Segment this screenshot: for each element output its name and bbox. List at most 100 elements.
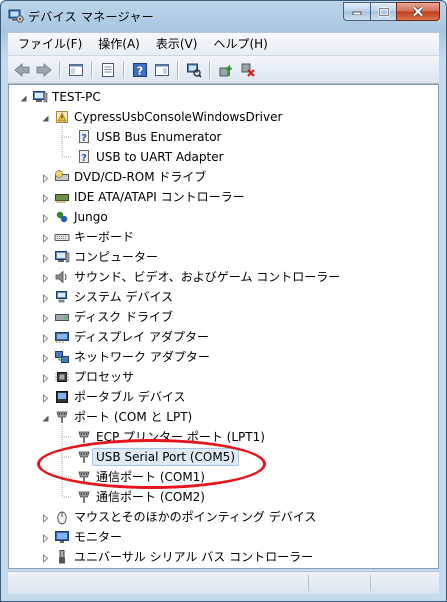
tree-node-label[interactable]: ディスク ドライブ [74,309,173,325]
expand-arrow-icon[interactable] [41,332,50,344]
scan-hardware-icon [187,63,202,78]
tree-category-node[interactable]: コンピューター [9,247,429,267]
tree-device-node[interactable]: ? USB Bus Enumerator [9,127,429,147]
tree-node-label[interactable]: ポータブル デバイス [74,389,185,405]
collapse-arrow-icon[interactable] [41,112,50,122]
action-pane-button[interactable] [151,59,173,81]
tree-device-node[interactable]: ECP プリンター ポート (LPT1) [9,427,429,447]
back-button[interactable] [11,59,33,81]
menu-bar: ファイル(F) 操作(A) 表示(V) ヘルプ(H) [8,32,439,55]
close-button[interactable] [396,2,440,21]
tree-category-node[interactable]: IDE ATA/ATAPI コントローラー [9,187,429,207]
tree-node-label[interactable]: マウスとそのほかのポインティング デバイス [74,509,316,525]
expand-arrow-icon[interactable] [41,172,50,184]
expand-arrow-icon[interactable] [41,252,50,264]
tree-node-label[interactable]: TEST-PC [52,89,101,105]
port-icon [54,409,70,425]
menu-view[interactable]: 表示(V) [148,34,206,54]
tree-device-node[interactable]: 通信ポート (COM1) [9,467,429,487]
tree-node-label[interactable]: プロセッサ [74,369,134,385]
tree-node-selected[interactable]: USB Serial Port (COM5) [9,447,429,467]
uninstall-icon [241,63,255,77]
title-bar[interactable]: デバイス マネージャー [1,1,446,31]
tree-node-label[interactable]: ユニバーサル シリアル バス コントローラー [74,549,313,565]
tree-device-node[interactable]: 通信ポート (COM2) [9,487,429,507]
tree-node-label[interactable]: ディスプレイ アダプター [74,329,209,345]
tree-node-label[interactable]: USB to UART Adapter [96,149,224,165]
update-driver-button[interactable] [215,59,237,81]
expand-arrow-icon[interactable] [41,232,50,244]
warning-device-icon [54,109,70,125]
minimize-button[interactable] [343,2,370,21]
device-manager-window: デバイス マネージャー ファイル(F) 操作(A) 表示(V) ヘルプ(H) ?… [0,0,447,602]
forward-arrow-icon [36,62,52,77]
mouse-icon [54,509,70,525]
expand-arrow-icon[interactable] [41,512,50,524]
tree-category-node[interactable]: Jungo [9,207,429,227]
menu-help[interactable]: ヘルプ(H) [205,34,275,54]
expand-arrow-icon[interactable] [41,532,50,544]
expand-arrow-icon[interactable] [41,552,50,564]
tree-category-node[interactable]: ディスプレイ アダプター [9,327,429,347]
tree-node-label[interactable]: Jungo [74,209,108,225]
tree-category-node[interactable]: マウスとそのほかのポインティング デバイス [9,507,429,527]
tree-node-label[interactable]: USB Serial Port (COM5) [92,448,239,466]
expand-arrow-icon[interactable] [41,192,50,204]
expand-arrow-icon[interactable] [41,312,50,324]
tree-node-label[interactable]: コンピューター [74,249,158,265]
tree-root-node[interactable]: TEST-PC [9,87,429,107]
tree-node-label[interactable]: CypressUsbConsoleWindowsDriver [74,109,282,125]
menu-file[interactable]: ファイル(F) [8,34,90,54]
collapse-arrow-icon[interactable] [41,412,50,422]
toolbar-separator [177,60,179,79]
tree-category-node[interactable]: CypressUsbConsoleWindowsDriver [9,107,429,127]
expand-arrow-icon[interactable] [41,292,50,304]
help-button[interactable]: ? [129,59,151,81]
tree-node-label[interactable]: 通信ポート (COM2) [96,489,205,505]
expand-arrow-icon[interactable] [41,212,50,224]
tree-category-node[interactable]: キーボード [9,227,429,247]
tree-category-node[interactable]: サウンド、ビデオ、およびゲーム コントローラー [9,267,429,287]
tree-category-node[interactable]: ポータブル デバイス [9,387,429,407]
tree-node-label[interactable]: ネットワーク アダプター [74,349,210,365]
properties-button[interactable] [97,59,119,81]
expand-arrow-icon[interactable] [41,272,50,284]
show-hide-console-tree-button[interactable] [65,59,87,81]
uninstall-button[interactable] [237,59,259,81]
tree-node-label[interactable]: DVD/CD-ROM ドライブ [74,169,206,185]
tree-node-label[interactable]: キーボード [74,229,134,245]
tree-node-label[interactable]: IDE ATA/ATAPI コントローラー [74,189,245,205]
computer-icon [32,89,48,105]
tree-node-label[interactable]: 通信ポート (COM1) [96,469,205,485]
action-pane-icon [155,63,169,76]
disk-drive-icon [54,309,70,325]
scan-hardware-button[interactable] [183,59,205,81]
menu-action[interactable]: 操作(A) [90,34,148,54]
expand-arrow-icon[interactable] [41,372,50,384]
tree-category-node[interactable]: システム デバイス [9,287,429,307]
collapse-arrow-icon[interactable] [19,92,28,102]
tree-node-label[interactable]: モニター [74,529,122,545]
expand-arrow-icon[interactable] [41,352,50,364]
expand-arrow-icon[interactable] [41,392,50,404]
port-icon [76,429,92,445]
unknown-device-icon: ? [76,149,92,165]
tree-node-label[interactable]: システム デバイス [74,289,173,305]
tree-node-label[interactable]: ポート (COM と LPT) [74,409,192,425]
toolbar: ? [8,55,439,84]
tree-node-label[interactable]: USB Bus Enumerator [96,129,221,145]
tree-category-node[interactable]: ディスク ドライブ [9,307,429,327]
device-tree[interactable]: TEST-PC CypressUsbConsoleWindowsDriver? US… [8,84,439,569]
forward-button[interactable] [33,59,55,81]
tree-category-node[interactable]: ネットワーク アダプター [9,347,429,367]
tree-category-node[interactable]: ユニバーサル シリアル バス コントローラー [9,547,429,567]
maximize-button[interactable] [370,2,396,21]
tree-category-node[interactable]: DVD/CD-ROM ドライブ [9,167,429,187]
tree-node-label[interactable]: ECP プリンター ポート (LPT1) [96,429,265,445]
tree-device-node[interactable]: ? USB to UART Adapter [9,147,429,167]
tree-category-node[interactable]: ポート (COM と LPT) [9,407,429,427]
sound-icon [54,269,70,285]
tree-category-node[interactable]: モニター [9,527,429,547]
tree-category-node[interactable]: プロセッサ [9,367,429,387]
tree-node-label[interactable]: サウンド、ビデオ、およびゲーム コントローラー [74,269,340,285]
